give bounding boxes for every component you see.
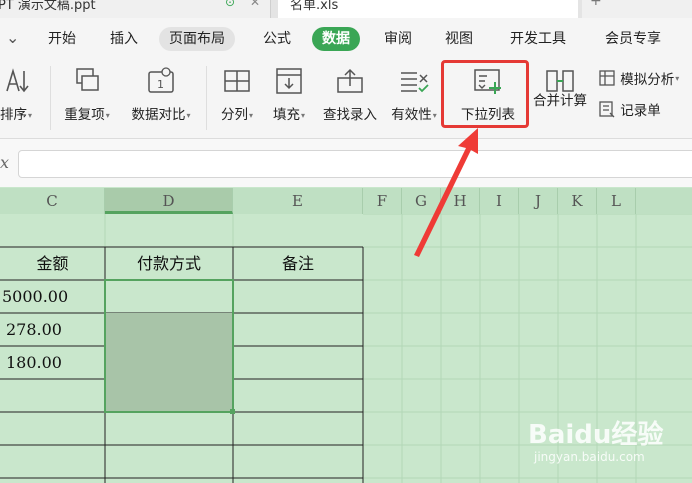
- header-note[interactable]: 备注: [233, 247, 363, 280]
- sort-button[interactable]: 排序▾: [0, 66, 36, 123]
- svg-text:1: 1: [157, 78, 164, 91]
- sync-icon: ⊙: [225, 0, 236, 9]
- split-label: 分列: [220, 107, 248, 123]
- new-tab-area[interactable]: +: [582, 0, 692, 18]
- record-form-button[interactable]: 记录单: [598, 99, 661, 119]
- formula-bar: x: [0, 139, 692, 187]
- menu-data[interactable]: 数据: [312, 27, 360, 51]
- doc-tab-label: 名单.xls: [290, 0, 339, 13]
- amount-cell[interactable]: [0, 445, 105, 478]
- amount-cell[interactable]: 5000.00: [2, 280, 104, 313]
- document-tab-strip: 新建 PPT 演示文稿.ppt ⊙ ✕ 名单.xls +: [0, 0, 692, 18]
- plus-icon[interactable]: +: [590, 0, 602, 8]
- column-header-i[interactable]: I: [480, 188, 519, 214]
- note-cell[interactable]: [233, 280, 363, 313]
- amount-cell[interactable]: [0, 412, 105, 445]
- separator: [50, 66, 51, 130]
- split-columns-icon: [224, 70, 250, 92]
- payment-method-cell[interactable]: [105, 313, 233, 346]
- simulate-analysis-label: 模拟分析: [620, 72, 675, 88]
- menu-bar: ⌄ 开始 插入 页面布局 公式 数据 审阅 视图 开发工具 会员专享: [0, 18, 692, 58]
- doc-tab-label: 新建 PPT 演示文稿.ppt: [0, 0, 96, 13]
- fill-button[interactable]: 填充▾: [266, 66, 312, 123]
- baidu-watermark: Baidu经验 jingyan.baidu.com: [528, 404, 688, 474]
- menu-view[interactable]: 视图: [435, 27, 483, 51]
- highlight-box: [441, 60, 529, 128]
- lookup-entry-button[interactable]: 查找录入: [318, 66, 382, 123]
- column-header-f[interactable]: F: [363, 188, 402, 214]
- fx-label: x: [0, 153, 10, 172]
- payment-method-cell[interactable]: [105, 346, 233, 379]
- column-header-l[interactable]: L: [597, 188, 636, 214]
- note-cell[interactable]: [233, 379, 363, 412]
- record-form-icon: [599, 101, 615, 118]
- column-header-k[interactable]: K: [558, 188, 597, 214]
- close-icon[interactable]: ✕: [250, 0, 260, 8]
- validity-button[interactable]: 有效性▾: [388, 66, 440, 123]
- menu-developer[interactable]: 开发工具: [500, 27, 576, 51]
- payment-method-cell[interactable]: [105, 412, 233, 445]
- column-header-j[interactable]: J: [519, 188, 558, 214]
- amount-cell[interactable]: [0, 379, 105, 412]
- menu-membership[interactable]: 会员专享: [595, 27, 671, 51]
- menu-home[interactable]: 开始: [38, 27, 86, 51]
- lookup-entry-icon: [337, 68, 363, 93]
- watermark-text: Baidu经验: [528, 420, 664, 450]
- note-cell[interactable]: [233, 445, 363, 478]
- sort-icon: [6, 68, 29, 93]
- column-header-d[interactable]: D: [105, 188, 233, 214]
- menu-formulas[interactable]: 公式: [253, 27, 301, 51]
- note-cell[interactable]: [233, 412, 363, 445]
- data-ribbon: 排序▾ 重复项▾ 1 数据对比▾ 分列▾ 填充▾ 查找录入 有效性▾ 下拉列表 …: [0, 58, 692, 139]
- column-header-h[interactable]: H: [441, 188, 480, 214]
- amount-cell[interactable]: 180.00: [6, 346, 104, 379]
- sheet-grid[interactable]: 金额 付款方式 备注 5000.00 278.00 180.00 Baidu经验…: [0, 214, 692, 483]
- duplicates-button[interactable]: 重复项▾: [58, 66, 116, 123]
- fill-icon: [276, 68, 302, 94]
- data-compare-button[interactable]: 1 数据对比▾: [124, 66, 198, 123]
- record-form-label: 记录单: [620, 103, 661, 119]
- column-header-e[interactable]: E: [233, 188, 363, 214]
- note-cell[interactable]: [233, 346, 363, 379]
- duplicates-icon: [76, 68, 99, 91]
- column-header-c[interactable]: C: [0, 188, 105, 214]
- column-header-row: C D E F G H I J K L: [0, 188, 692, 214]
- fill-label: 填充: [272, 107, 300, 123]
- header-amount[interactable]: 金额: [0, 247, 105, 280]
- column-header-g[interactable]: G: [402, 188, 441, 214]
- watermark-sub: jingyan.baidu.com: [534, 450, 645, 464]
- amount-cell[interactable]: 278.00: [6, 313, 104, 346]
- doc-tab-ppt[interactable]: 新建 PPT 演示文稿.ppt ⊙ ✕: [0, 0, 271, 18]
- header-payment-method[interactable]: 付款方式: [105, 247, 233, 280]
- validity-icon: [401, 72, 429, 93]
- data-compare-icon: 1: [148, 67, 174, 93]
- payment-method-cell[interactable]: [105, 280, 233, 313]
- column-header-blank: [636, 188, 692, 214]
- merge-calc-label: 合并计算: [533, 93, 587, 109]
- lookup-entry-label: 查找录入: [323, 107, 377, 123]
- separator: [206, 66, 207, 130]
- merge-calc-button[interactable]: 合并计算: [528, 66, 592, 109]
- split-columns-button[interactable]: 分列▾: [214, 66, 260, 123]
- duplicates-label: 重复项: [64, 107, 105, 123]
- simulate-analysis-button[interactable]: 模拟分析▾: [598, 68, 679, 88]
- collapse-menu-icon[interactable]: ⌄: [6, 28, 19, 47]
- validity-label: 有效性: [391, 107, 432, 123]
- menu-review[interactable]: 审阅: [374, 27, 422, 51]
- formula-input[interactable]: [18, 150, 692, 178]
- doc-tab-xls[interactable]: 名单.xls: [278, 0, 578, 18]
- sort-label: 排序: [0, 107, 27, 123]
- menu-insert[interactable]: 插入: [100, 27, 148, 51]
- payment-method-cell[interactable]: [105, 445, 233, 478]
- menu-page-layout[interactable]: 页面布局: [159, 27, 235, 51]
- note-cell[interactable]: [233, 313, 363, 346]
- simulate-analysis-icon: [599, 70, 615, 86]
- data-compare-label: 数据对比: [131, 107, 186, 123]
- payment-method-cell[interactable]: [105, 379, 233, 412]
